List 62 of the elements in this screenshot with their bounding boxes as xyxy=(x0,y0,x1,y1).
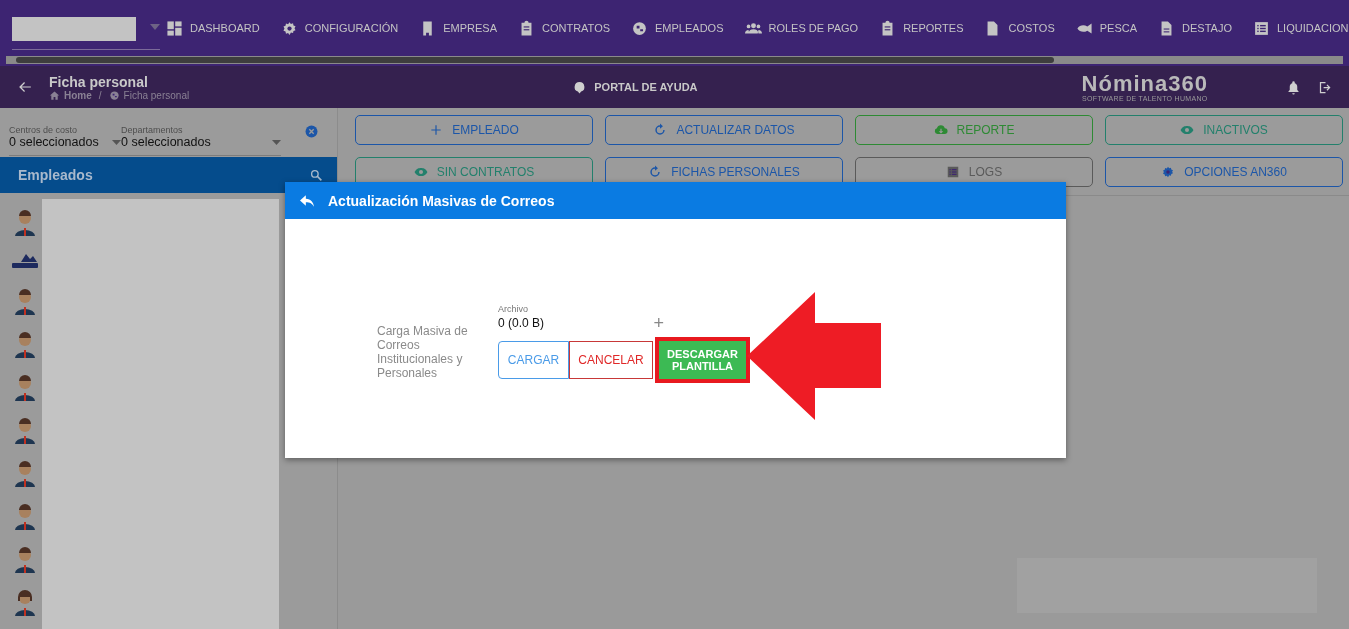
refresh-icon xyxy=(648,165,663,179)
nav-item[interactable]: REPORTES xyxy=(879,19,964,37)
filter-label: Centros de costo xyxy=(9,125,79,135)
breadcrumb-link[interactable]: Home xyxy=(64,89,92,101)
list-icon xyxy=(1252,19,1270,37)
man-avatar-icon xyxy=(13,544,37,573)
search-icon[interactable] xyxy=(310,168,323,182)
refresh-icon xyxy=(653,123,668,137)
filter-dropdown[interactable]: 0 seleccionados xyxy=(121,135,281,149)
help-portal-link[interactable]: PORTAL DE AYUDA xyxy=(189,80,1082,94)
nav-item[interactable]: EMPLEADOS xyxy=(631,19,724,37)
man-avatar-icon xyxy=(13,207,37,236)
man-avatar-icon xyxy=(13,501,37,530)
filter-dropdown[interactable]: 0 seleccionados xyxy=(9,135,121,149)
breadcrumb-item: Ficha personal xyxy=(123,89,190,101)
panel-title: Empleados xyxy=(18,167,93,183)
eye-icon xyxy=(413,165,428,179)
home-icon xyxy=(49,89,60,101)
nav-item[interactable]: DESTAJO xyxy=(1158,19,1232,37)
caret-icon xyxy=(150,23,160,30)
breadcrumb-separator: / xyxy=(98,89,102,101)
horizontal-scrollbar[interactable] xyxy=(6,56,1343,64)
nav-item[interactable]: PESCA xyxy=(1075,19,1138,37)
gear-icon xyxy=(1161,165,1176,179)
reply-arrow-icon[interactable] xyxy=(300,194,314,207)
caret-icon xyxy=(272,139,281,145)
bell-icon[interactable] xyxy=(1286,79,1301,95)
man-avatar-icon xyxy=(13,286,37,315)
page-title: Ficha personal xyxy=(49,73,149,90)
nav-item[interactable]: LIQUIDACION xyxy=(1252,19,1349,37)
plus-icon xyxy=(429,123,444,137)
globe-icon xyxy=(631,19,649,37)
dialog-title: Actualización Masivas de Correos xyxy=(328,192,555,209)
man-avatar-icon xyxy=(13,372,37,401)
cancel-button[interactable]: CANCELAR xyxy=(569,341,653,379)
nav-item[interactable]: CONFIGURACIÓN xyxy=(280,19,399,37)
clear-icon[interactable] xyxy=(305,125,318,138)
cloud-download-icon xyxy=(933,123,948,137)
field-label: Carga Masiva de Correos Institucionales y Personales xyxy=(377,323,469,382)
man-avatar-icon xyxy=(13,329,37,358)
file-label: Archivo xyxy=(498,304,529,314)
nav-item[interactable]: ROLES DE PAGO xyxy=(744,19,859,37)
caret-icon xyxy=(112,139,121,145)
redacted-select[interactable] xyxy=(12,16,136,41)
man-avatar-icon xyxy=(13,458,37,487)
help-icon xyxy=(573,80,587,94)
nav-item[interactable]: DASHBOARD xyxy=(166,19,260,37)
filter-label: Departamentos xyxy=(121,125,184,135)
eye-icon xyxy=(1180,123,1195,137)
woman-avatar-icon xyxy=(13,587,37,616)
back-arrow-icon[interactable] xyxy=(18,80,32,94)
logout-icon[interactable] xyxy=(1318,79,1333,95)
file-value: 0 (0.0 B) xyxy=(498,316,545,330)
add-file-button[interactable]: + xyxy=(653,317,664,329)
globe-icon xyxy=(108,89,120,101)
nav-item[interactable]: CONTRATOS xyxy=(518,19,611,37)
nav-item[interactable]: EMPRESA xyxy=(419,19,497,37)
dashboard-icon xyxy=(166,19,183,37)
nav-item[interactable]: COSTOS xyxy=(984,19,1055,37)
list-icon xyxy=(945,165,960,179)
logo-text: Nómina360 xyxy=(1081,72,1208,95)
man-avatar-icon xyxy=(13,415,37,444)
